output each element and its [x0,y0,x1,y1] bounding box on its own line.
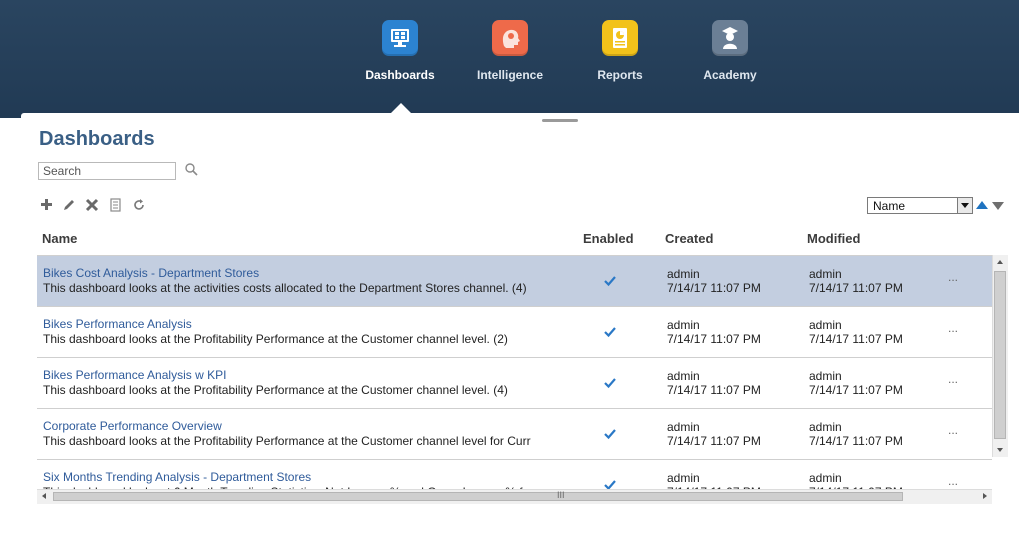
more-options-button[interactable]: ... [948,270,958,284]
nav-reports[interactable]: Reports [575,20,665,82]
horizontal-scrollbar[interactable]: III [37,489,992,504]
search-icon[interactable] [184,162,200,178]
created-by: admin [667,471,700,485]
table-row[interactable]: Bikes Cost Analysis - Department Stores … [37,256,992,307]
dashboard-name-link[interactable]: Bikes Performance Analysis [43,317,192,331]
column-header-enabled[interactable]: Enabled [583,231,634,246]
sort-field-select[interactable]: Name [867,197,973,214]
created-by: admin [667,369,700,383]
monitor-icon [382,20,418,56]
head-icon [492,20,528,56]
checkmark-icon [604,325,616,338]
refresh-icon[interactable] [131,196,147,214]
checkmark-icon [604,427,616,440]
modified-by: admin [809,267,842,281]
modified-date: 7/14/17 11:07 PM [809,332,903,346]
dashboards-panel: Dashboards Name Name Enabled Created Mod… [21,113,1019,552]
top-navigation-bar: Dashboards Intelligence Reports Academy [0,0,1019,118]
modified-by: admin [809,318,842,332]
column-header-created[interactable]: Created [665,231,713,246]
scroll-grip: III [557,490,565,500]
nav-dashboards[interactable]: Dashboards [355,20,445,82]
created-date: 7/14/17 11:07 PM [667,434,761,448]
sort-descending-icon[interactable] [992,202,1004,210]
dashboard-name-link[interactable]: Bikes Cost Analysis - Department Stores [43,266,259,280]
vertical-scrollbar[interactable] [992,255,1008,457]
add-icon[interactable] [39,196,55,214]
nav-intelligence-label: Intelligence [476,68,544,82]
table-row[interactable]: Bikes Performance Analysis This dashboar… [37,307,992,358]
checkmark-icon [604,274,616,287]
created-date: 7/14/17 11:07 PM [667,281,761,295]
modified-date: 7/14/17 11:07 PM [809,434,903,448]
search-input[interactable] [38,162,176,180]
dashboard-description: This dashboard looks at the activities c… [43,281,527,295]
checkmark-icon [604,376,616,389]
column-header-modified[interactable]: Modified [807,231,860,246]
created-date: 7/14/17 11:07 PM [667,332,761,346]
more-options-button[interactable]: ... [948,372,958,386]
scroll-up-icon[interactable] [997,260,1003,264]
chevron-down-icon[interactable] [957,198,972,213]
vertical-scroll-thumb[interactable] [994,271,1006,439]
nav-dashboards-label: Dashboards [365,68,435,82]
sort-ascending-icon[interactable] [976,201,988,209]
edit-icon[interactable] [61,196,77,214]
dashboard-name-link[interactable]: Six Months Trending Analysis - Departmen… [43,470,311,484]
nav-academy[interactable]: Academy [685,20,775,82]
dashboard-name-link[interactable]: Bikes Performance Analysis w KPI [43,368,226,382]
panel-drag-handle[interactable] [542,119,578,122]
table-row[interactable]: Corporate Performance Overview This dash… [37,409,992,460]
dashboard-name-link[interactable]: Corporate Performance Overview [43,419,222,433]
modified-date: 7/14/17 11:07 PM [809,281,903,295]
page-title: Dashboards [39,128,155,150]
created-by: admin [667,420,700,434]
dashboard-description: This dashboard looks at the Profitabilit… [43,383,508,397]
delete-icon[interactable] [84,196,100,214]
more-options-button[interactable]: ... [948,321,958,335]
column-header-name[interactable]: Name [42,231,77,246]
graduate-icon [712,20,748,56]
sort-field-value: Name [873,199,906,213]
report-icon [602,20,638,56]
app-nav: Dashboards Intelligence Reports Academy [0,0,1019,118]
copy-icon[interactable] [107,196,123,214]
dashboard-description: This dashboard looks at the Profitabilit… [43,434,531,448]
horizontal-scroll-thumb[interactable] [53,492,903,501]
scroll-down-icon[interactable] [997,448,1003,452]
dashboard-description: This dashboard looks at the Profitabilit… [43,332,508,346]
created-by: admin [667,318,700,332]
nav-academy-label: Academy [703,68,757,82]
scroll-right-icon[interactable] [983,493,987,499]
more-options-button[interactable]: ... [948,423,958,437]
nav-reports-label: Reports [597,68,643,82]
more-options-button[interactable]: ... [948,474,958,488]
created-date: 7/14/17 11:07 PM [667,383,761,397]
modified-by: admin [809,420,842,434]
active-tab-pointer [391,103,411,113]
modified-date: 7/14/17 11:07 PM [809,383,903,397]
dashboards-table: Bikes Cost Analysis - Department Stores … [37,255,992,504]
scroll-left-icon[interactable] [42,493,46,499]
nav-intelligence[interactable]: Intelligence [465,20,555,82]
modified-by: admin [809,369,842,383]
modified-by: admin [809,471,842,485]
created-by: admin [667,267,700,281]
table-row[interactable]: Bikes Performance Analysis w KPI This da… [37,358,992,409]
